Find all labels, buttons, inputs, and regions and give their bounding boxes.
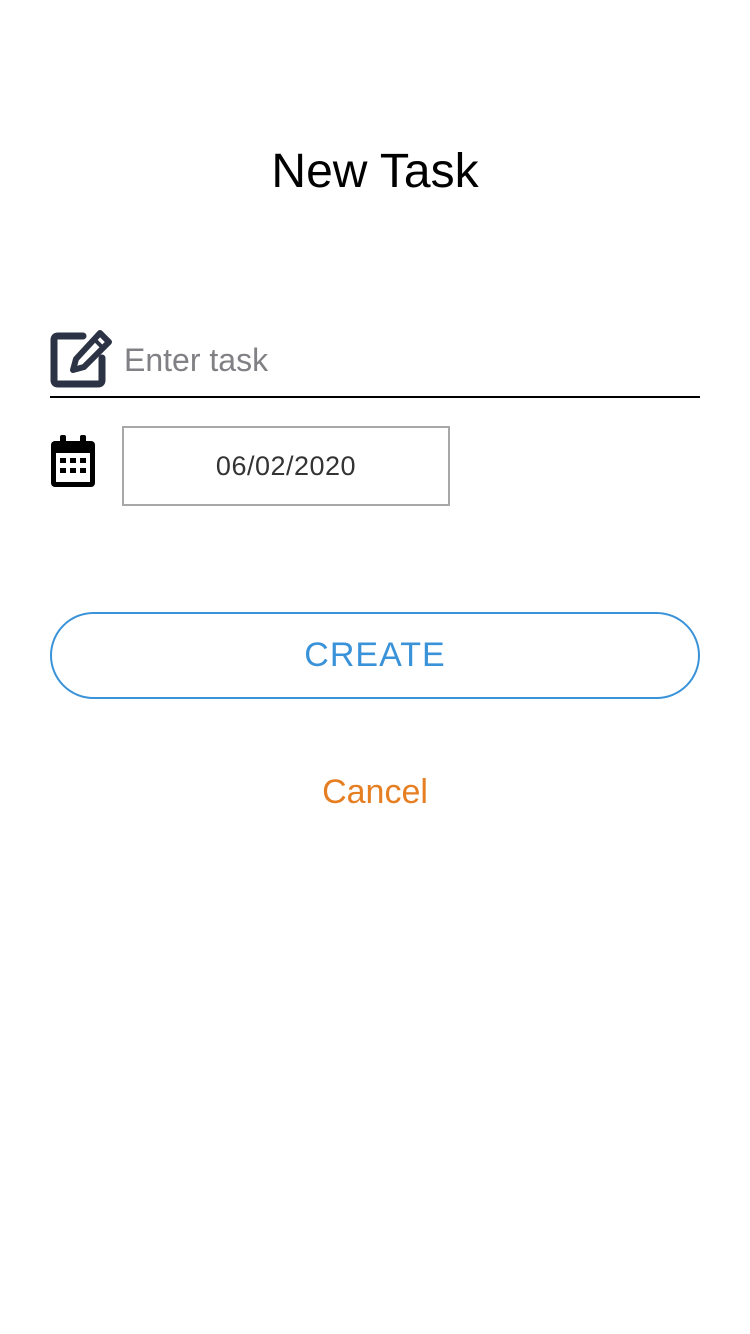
calendar-icon[interactable] xyxy=(50,434,96,488)
page-title: New Task xyxy=(271,145,479,198)
edit-icon xyxy=(50,328,114,388)
create-button[interactable]: CREATE xyxy=(50,612,700,699)
task-input-row xyxy=(50,326,700,398)
date-picker-field[interactable]: 06/02/2020 xyxy=(122,426,450,506)
cancel-button[interactable]: Cancel xyxy=(0,768,750,816)
task-input[interactable] xyxy=(124,334,694,386)
